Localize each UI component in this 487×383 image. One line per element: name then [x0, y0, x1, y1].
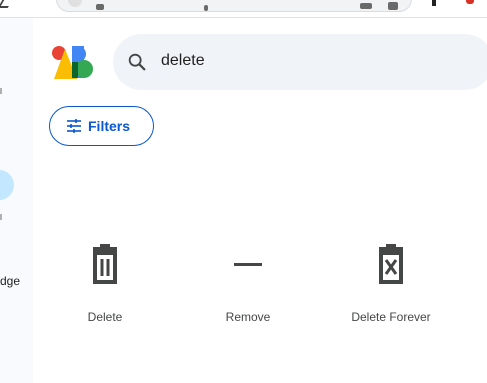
address-text-fragment: [204, 5, 208, 11]
rail-item-label[interactable]: dge: [0, 274, 20, 288]
delete-forever-icon: [379, 244, 403, 284]
profile-icon[interactable]: [466, 0, 474, 4]
result-tile-delete[interactable]: Delete: [49, 236, 161, 336]
result-tile-remove[interactable]: Remove: [192, 236, 304, 336]
result-label: Remove: [225, 310, 271, 324]
result-label: Delete Forever: [351, 310, 431, 324]
rail-item-marker: [0, 214, 2, 220]
address-text-fragment: [360, 3, 372, 9]
address-bar[interactable]: [56, 0, 412, 12]
result-label: Delete: [87, 310, 123, 324]
remove-icon: [234, 263, 262, 266]
search-input[interactable]: delete: [161, 52, 205, 70]
fonts-logo-icon[interactable]: [51, 45, 93, 79]
tune-icon: [67, 119, 81, 133]
extension-icon[interactable]: [432, 0, 436, 6]
search-icon[interactable]: [126, 51, 148, 73]
browser-top-strip: [0, 0, 487, 18]
bookmark-icon[interactable]: [388, 2, 398, 10]
result-tile-delete-forever[interactable]: Delete Forever: [335, 236, 447, 336]
rail-item-marker: [0, 88, 2, 94]
left-rail: dge: [0, 18, 33, 383]
rail-selected-item[interactable]: [0, 170, 14, 200]
address-text-fragment: [96, 4, 104, 10]
filters-label: Filters: [88, 118, 131, 134]
back-arrow-icon[interactable]: [0, 0, 13, 8]
delete-icon: [93, 244, 117, 284]
